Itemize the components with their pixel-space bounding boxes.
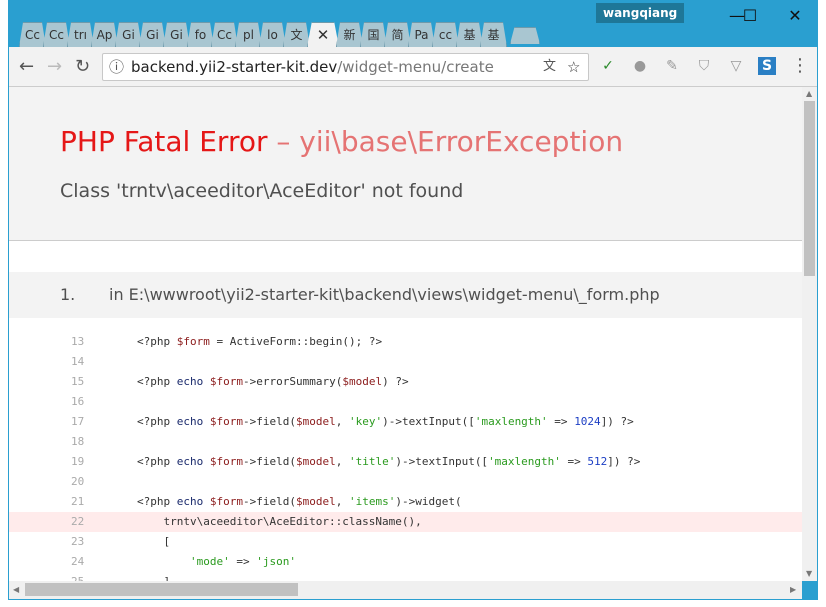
url-path: /widget-menu/create [337,58,494,76]
code-text: <?php $form = ActiveForm::begin(); ?> [137,335,383,348]
browser-tab[interactable]: lo [259,22,286,47]
browser-tab[interactable]: 基 [456,22,483,47]
extension-shield-icon[interactable]: ⛉ [695,57,713,75]
line-number: 22 [71,515,85,528]
error-title: PHP Fatal Error – yii\base\ErrorExceptio… [60,125,624,158]
browser-tab[interactable]: Gi [163,22,190,47]
browser-tab[interactable]: Ap [91,22,118,47]
code-line: 21 <?php echo $form->field($model, 'items… [9,492,802,512]
browser-tab[interactable]: 基 [480,22,507,47]
browser-window: wangqiang — ☐ ✕ Cc Cc trı Ap Gi Gi Gi fo Cc pl lo 文… [8,0,818,600]
extension-adblock-icon[interactable]: ▽ [727,57,745,75]
extension-check-icon[interactable]: ✓ [599,57,617,75]
browser-tab[interactable]: Cc [211,22,238,47]
bookmark-star-icon[interactable]: ☆ [567,54,580,80]
code-line: 13 <?php $form = ActiveForm::begin(); ?> [9,332,802,352]
code-text: 'mode' => 'json' [189,555,296,568]
code-line: 25 ] [9,572,802,581]
forward-button[interactable]: → [47,56,62,77]
close-window-button[interactable]: ✕ [775,5,815,27]
line-number: 24 [71,555,85,568]
line-number: 17 [71,415,85,428]
horizontal-scroll-thumb[interactable] [25,583,298,596]
menu-icon[interactable]: ⋮ [791,57,809,75]
code-line: 19 <?php echo $form->field($model, 'title… [9,452,802,472]
browser-tab[interactable]: 新 [336,22,363,47]
frame-location: in E:\wwwroot\yii2-starter-kit\backend\v… [109,285,660,304]
address-bar[interactable]: ⓘ backend.yii2-starter-kit.dev/widget-me… [102,53,589,81]
line-number: 23 [71,535,85,548]
frame-index: 1. [60,285,76,304]
browser-tab[interactable]: trı [67,22,94,47]
line-number: 18 [71,435,85,448]
extension-circle-icon[interactable]: ● [631,57,649,75]
code-text: [ [137,535,171,548]
exception-class: yii\base\ErrorException [299,125,624,158]
reload-button[interactable]: ↻ [75,56,90,77]
browser-tab[interactable]: Gi [115,22,142,47]
scroll-down-icon[interactable]: ▼ [806,569,812,578]
line-number: 13 [71,335,85,348]
url-host: backend.yii2-starter-kit.dev [131,58,338,76]
error-header: PHP Fatal Error – yii\base\ErrorExceptio… [9,87,802,241]
scroll-right-icon[interactable]: ▶ [790,585,796,594]
code-line: 23 [ [9,532,802,552]
browser-tab[interactable]: 国 [360,22,387,47]
line-number: 19 [71,455,85,468]
extension-s-icon[interactable]: S [758,57,776,75]
error-message: Class 'trntv\aceeditor\AceEditor' not fo… [60,180,464,202]
back-button[interactable]: ← [19,56,34,77]
info-icon[interactable]: ⓘ [109,54,124,80]
code-text: <?php echo $form->field($model, 'title')… [137,455,641,468]
code-line: 18 [9,432,802,452]
vertical-scroll-thumb[interactable] [804,101,815,276]
code-line: 14 [9,352,802,372]
line-number: 14 [71,355,85,368]
code-line: 16 [9,392,802,412]
page-content: PHP Fatal Error – yii\base\ErrorExceptio… [9,87,802,581]
horizontal-scrollbar[interactable]: ◀ ▶ [9,581,802,599]
code-text: trntv\aceeditor\AceEditor::className(), [137,515,422,528]
new-tab-button[interactable] [510,27,540,44]
code-line: 15 <?php echo $form->errorSummary($model)… [9,372,802,392]
toolbar: ← → ↻ ⓘ backend.yii2-starter-kit.dev/wid… [9,47,817,87]
extension-brush-icon[interactable]: ✎ [663,57,681,75]
code-line: 20 [9,472,802,492]
code-text: ] [137,572,170,581]
scroll-up-icon[interactable]: ▲ [806,89,812,98]
line-number: 25 [71,572,84,581]
error-code-line: 22 trntv\aceeditor\AceEditor::className(… [9,512,802,532]
line-number: 20 [71,475,85,488]
translate-icon[interactable]: 文 [543,54,556,80]
code-line: 17 <?php echo $form->field($model, 'key')… [9,412,802,432]
code-text: <?php echo $form->field($model, 'key')->… [137,415,634,428]
stack-frame-header[interactable]: 1. in E:\wwwroot\yii2-starter-kit\backen… [9,272,802,318]
profile-button[interactable]: wangqiang [596,3,685,23]
browser-tab[interactable]: 文 [283,22,310,47]
vertical-scrollbar[interactable]: ▲ ▼ [802,87,817,581]
code-line: 24 'mode' => 'json' [9,552,802,572]
browser-tab[interactable]: pl [235,22,262,47]
browser-tab[interactable]: fo [187,22,214,47]
browser-tab[interactable]: Gi [139,22,166,47]
browser-tab[interactable]: 简 [384,22,411,47]
code-snippet: 13 <?php $form = ActiveForm::begin(); ?> 1… [9,332,802,581]
line-number: 21 [71,495,85,508]
active-tab[interactable]: ✕ [307,22,339,47]
scroll-left-icon[interactable]: ◀ [13,585,19,594]
browser-tab[interactable]: cc [432,22,459,47]
browser-tab[interactable]: Cc [19,22,46,47]
maximize-button[interactable]: ☐ [730,5,770,27]
tab-strip: Cc Cc trı Ap Gi Gi Gi fo Cc pl lo 文 ✕ 新国简 Pa cc 基基 [19,21,540,48]
code-text: <?php echo $form->field($model, 'items')… [137,495,462,508]
line-number: 15 [71,375,85,388]
line-number: 16 [71,395,85,408]
code-text: <?php echo $form->errorSummary($model) ?… [137,375,409,388]
browser-tab[interactable]: Cc [43,22,70,47]
browser-tab[interactable]: Pa [408,22,435,47]
